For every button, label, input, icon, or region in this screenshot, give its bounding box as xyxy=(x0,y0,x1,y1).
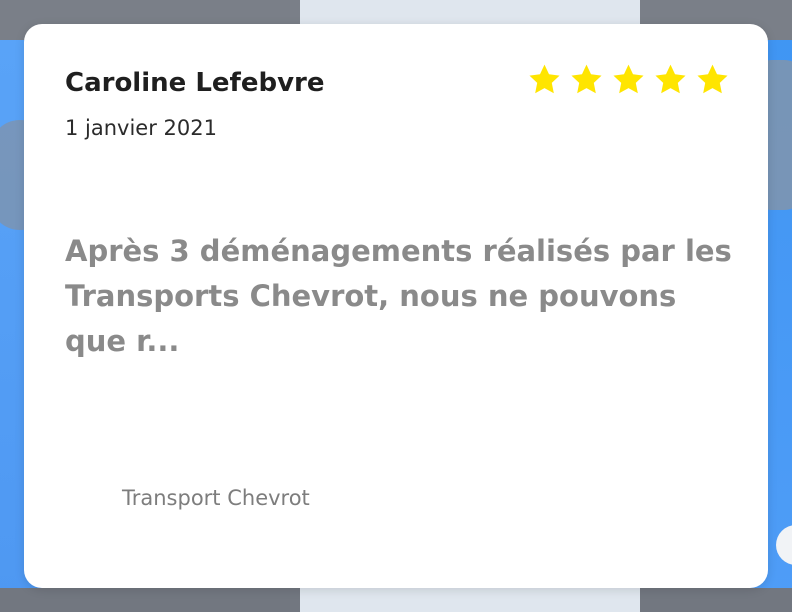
star-icon xyxy=(653,62,688,97)
star-icon xyxy=(695,62,730,97)
background-bottom-strip xyxy=(0,588,792,612)
review-source: Transport Chevrot xyxy=(122,486,310,510)
reviewer-name: Caroline Lefebvre xyxy=(65,68,325,98)
review-card[interactable]: Caroline Lefebvre 1 janvier 2021 Après 3… xyxy=(24,24,768,588)
review-date: 1 janvier 2021 xyxy=(65,116,217,140)
star-rating xyxy=(527,62,730,97)
star-icon xyxy=(611,62,646,97)
star-icon xyxy=(527,62,562,97)
review-excerpt: Après 3 déménagements réalisés par les T… xyxy=(65,234,732,358)
star-icon xyxy=(569,62,604,97)
